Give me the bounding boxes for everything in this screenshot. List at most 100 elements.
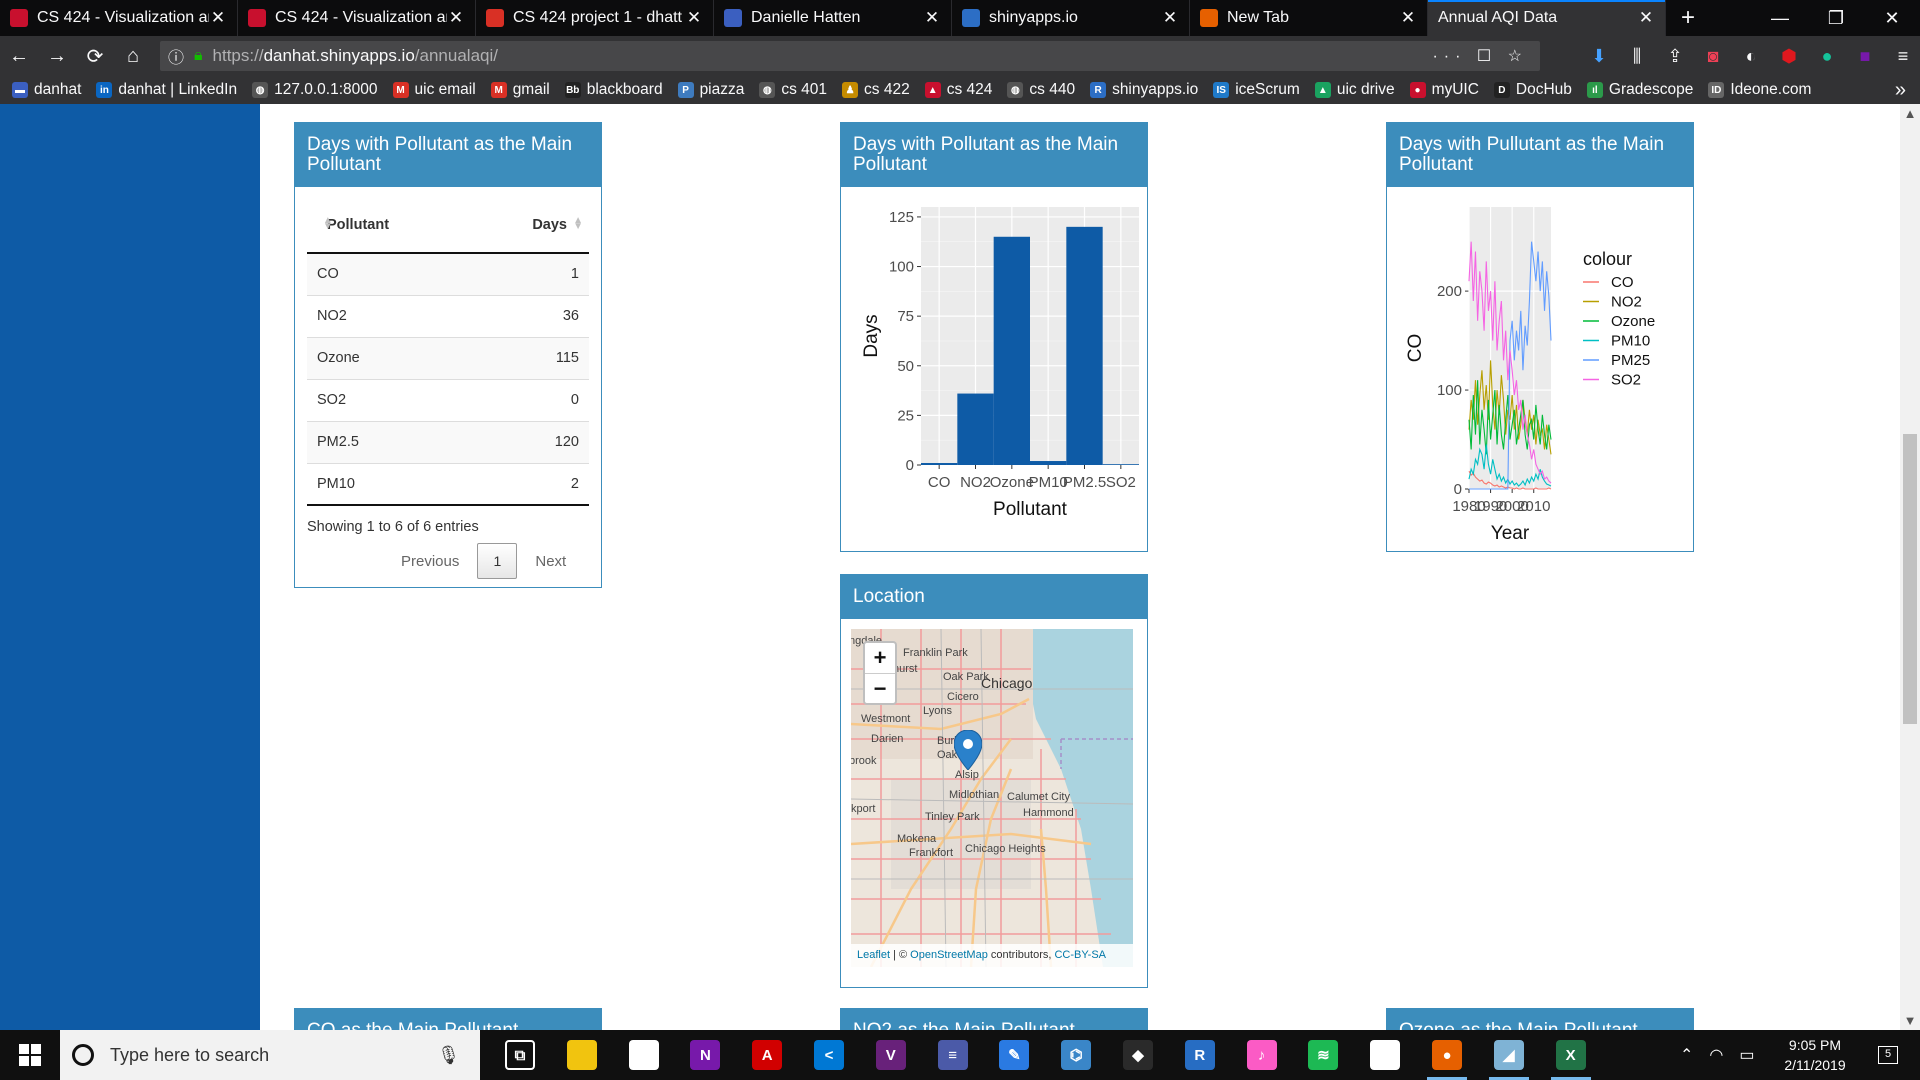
close-tab-icon[interactable]: ✕ [1399,8,1417,28]
location-marker-icon[interactable] [954,730,982,770]
upload-icon[interactable]: ⇪ [1656,46,1694,67]
task-view-icon[interactable]: ⧉ [490,1030,550,1080]
bookmarks-overflow-icon[interactable]: » [1895,79,1906,102]
onenote-icon[interactable]: ■ [1846,46,1884,67]
new-tab-button[interactable]: + [1666,0,1710,36]
bookmark-item[interactable]: Rshinyapps.io [1090,81,1198,99]
minimize-icon[interactable]: — [1752,0,1808,36]
column-header-pollutant[interactable]: Pollutant ▲ ▼ [307,197,453,254]
close-tab-icon[interactable]: ✕ [1161,8,1179,28]
library-icon[interactable]: ⫼ [1618,46,1656,67]
file-explorer-icon[interactable] [552,1030,612,1080]
browser-tab[interactable]: uic-flame-icon CS 424 - Visualization an✕ [238,0,476,36]
browser-tab[interactable]: window-icon Danielle Hatten ✕ [714,0,952,36]
bookmark-item[interactable]: ıl Gradescope [1586,81,1693,99]
app-icon[interactable]: ≡ [923,1030,983,1080]
itunes-icon[interactable]: ♪ [1232,1030,1292,1080]
next-page-button[interactable]: Next [517,553,584,570]
acrobat-icon[interactable]: A [737,1030,797,1080]
microphone-icon[interactable]: 🎙︎ [437,1045,460,1066]
word-doc-icon[interactable] [1355,1030,1415,1080]
previous-page-button[interactable]: Previous [383,553,477,570]
action-center-icon[interactable]: 5 [1868,1030,1908,1080]
close-tab-icon[interactable]: ✕ [209,8,227,28]
close-tab-icon[interactable]: ✕ [1637,8,1655,28]
reload-icon[interactable]: ⟳ [76,44,114,69]
openstreetmap-link[interactable]: OpenStreetMap [910,949,988,961]
firefox-icon: firefox-icon [1200,9,1218,27]
table-row: NO2 36 [307,294,589,337]
sort-icon[interactable]: ▲ ▼ [323,216,333,232]
scroll-down-icon[interactable]: ▼ [1900,1013,1920,1028]
network-icon[interactable]: ⌬ [1046,1030,1106,1080]
firefox-icon[interactable]: ● [1417,1030,1477,1080]
info-icon[interactable]: ⓘ [168,44,184,68]
close-tab-icon[interactable]: ✕ [923,8,941,28]
download-icon[interactable]: ⬇ [1580,46,1618,67]
git-icon[interactable]: ◆ [1108,1030,1168,1080]
back-icon[interactable]: ← [0,45,38,68]
browser-tab[interactable]: gmail-icon CS 424 project 1 - dhatt✕ [476,0,714,36]
forward-icon[interactable]: → [38,45,76,68]
battery-icon[interactable]: ▭ [1739,1045,1754,1065]
bookmark-item[interactable]: ● myUIC [1409,81,1479,99]
page-actions-icons[interactable]: ··· ☐ ☆ [1432,46,1528,66]
leaflet-map[interactable]: + − Franklin Park Oak Park Chicago Cicero Ly… [851,629,1133,967]
bookmark-item[interactable]: ◍ 127.0.0.1:8000 [252,81,378,99]
bookmark-item[interactable]: Bb blackboard [564,81,663,99]
bookmark-item[interactable]: IS iceScrum [1213,81,1300,99]
grammarly-icon[interactable]: ● [1808,46,1846,67]
vscode-icon[interactable]: < [799,1030,859,1080]
bookmark-item[interactable]: Mgmail [490,81,550,99]
onenote-icon[interactable]: N [675,1030,735,1080]
browser-tab[interactable]: Annual AQI Data ✕ [1428,0,1666,36]
bookmark-item[interactable]: ▲ uic drive [1314,81,1395,99]
bookmark-item[interactable]: D DocHub [1493,81,1572,99]
close-tab-icon[interactable]: ✕ [685,8,703,28]
wifi-icon[interactable]: ◠ [1709,1045,1723,1065]
pocket-icon[interactable]: ◙ [1694,46,1732,67]
address-bar[interactable]: ⓘ 🔒︎ https://danhat.shinyapps.io/annuala… [160,41,1540,71]
close-tab-icon[interactable]: ✕ [447,8,465,28]
spotify-icon[interactable]: ≋ [1293,1030,1353,1080]
bookmark-item[interactable]: Ppiazza [677,81,744,99]
home-icon[interactable]: ⌂ [114,45,152,68]
visual-studio-icon[interactable]: V [861,1030,921,1080]
browser-tab[interactable]: r-icon shinyapps.io ✕ [952,0,1190,36]
bookmark-item[interactable]: in danhat | LinkedIn [96,81,237,99]
bookmark-item[interactable]: ▬ danhat [12,81,81,99]
scroll-up-icon[interactable]: ▲ [1900,106,1920,121]
browser-tab[interactable]: firefox-icon New Tab ✕ [1190,0,1428,36]
license-link[interactable]: CC-BY-SA [1054,949,1106,961]
excel-icon[interactable]: X [1541,1030,1601,1080]
notepad-icon[interactable]: ✎ [984,1030,1044,1080]
bookmark-item[interactable]: Muic email [392,81,476,99]
zoom-out-button[interactable]: − [865,673,895,703]
taskbar-clock[interactable]: 9:05 PM 2/11/2019 [1760,1035,1870,1075]
ublock-icon[interactable]: ⬢ [1770,46,1808,67]
sync-icon[interactable]: ◐ [1732,46,1770,67]
leaflet-link[interactable]: Leaflet [857,949,890,961]
bookmark-item[interactable]: ◍ cs 440 [1007,81,1075,99]
bookmark-item[interactable]: ID Ideone.com [1708,81,1811,99]
tray-expand-icon[interactable]: ⌃ [1680,1045,1693,1065]
close-window-icon[interactable]: ✕ [1864,0,1920,36]
windows-start-button[interactable] [0,1044,60,1066]
r-icon[interactable]: R [1170,1030,1230,1080]
bookmark-item[interactable]: ◍ cs 401 [759,81,827,99]
page-1-button[interactable]: 1 [477,543,518,579]
scrollbar-thumb[interactable] [1903,434,1917,724]
bookmark-item[interactable]: ♟ cs 422 [842,81,910,99]
snip-icon[interactable]: ◢ [1479,1030,1539,1080]
page-scrollbar[interactable]: ▲ ▼ [1900,104,1920,1030]
store-icon[interactable] [614,1030,674,1080]
bookmark-item[interactable]: ▲ cs 424 [924,81,992,99]
bookmark-label: shinyapps.io [1112,81,1199,98]
sort-icon[interactable]: ▲ ▼ [573,216,583,232]
column-header-days[interactable]: Days ▲ ▼ [452,197,589,254]
restore-icon[interactable]: ❐ [1808,0,1864,36]
browser-tab[interactable]: uic-flame-icon CS 424 - Visualization an✕ [0,0,238,36]
zoom-in-button[interactable]: + [865,643,895,673]
taskbar-search-box[interactable]: Type here to search 🎙︎ [60,1030,480,1080]
menu-icon[interactable]: ≡ [1884,46,1920,67]
